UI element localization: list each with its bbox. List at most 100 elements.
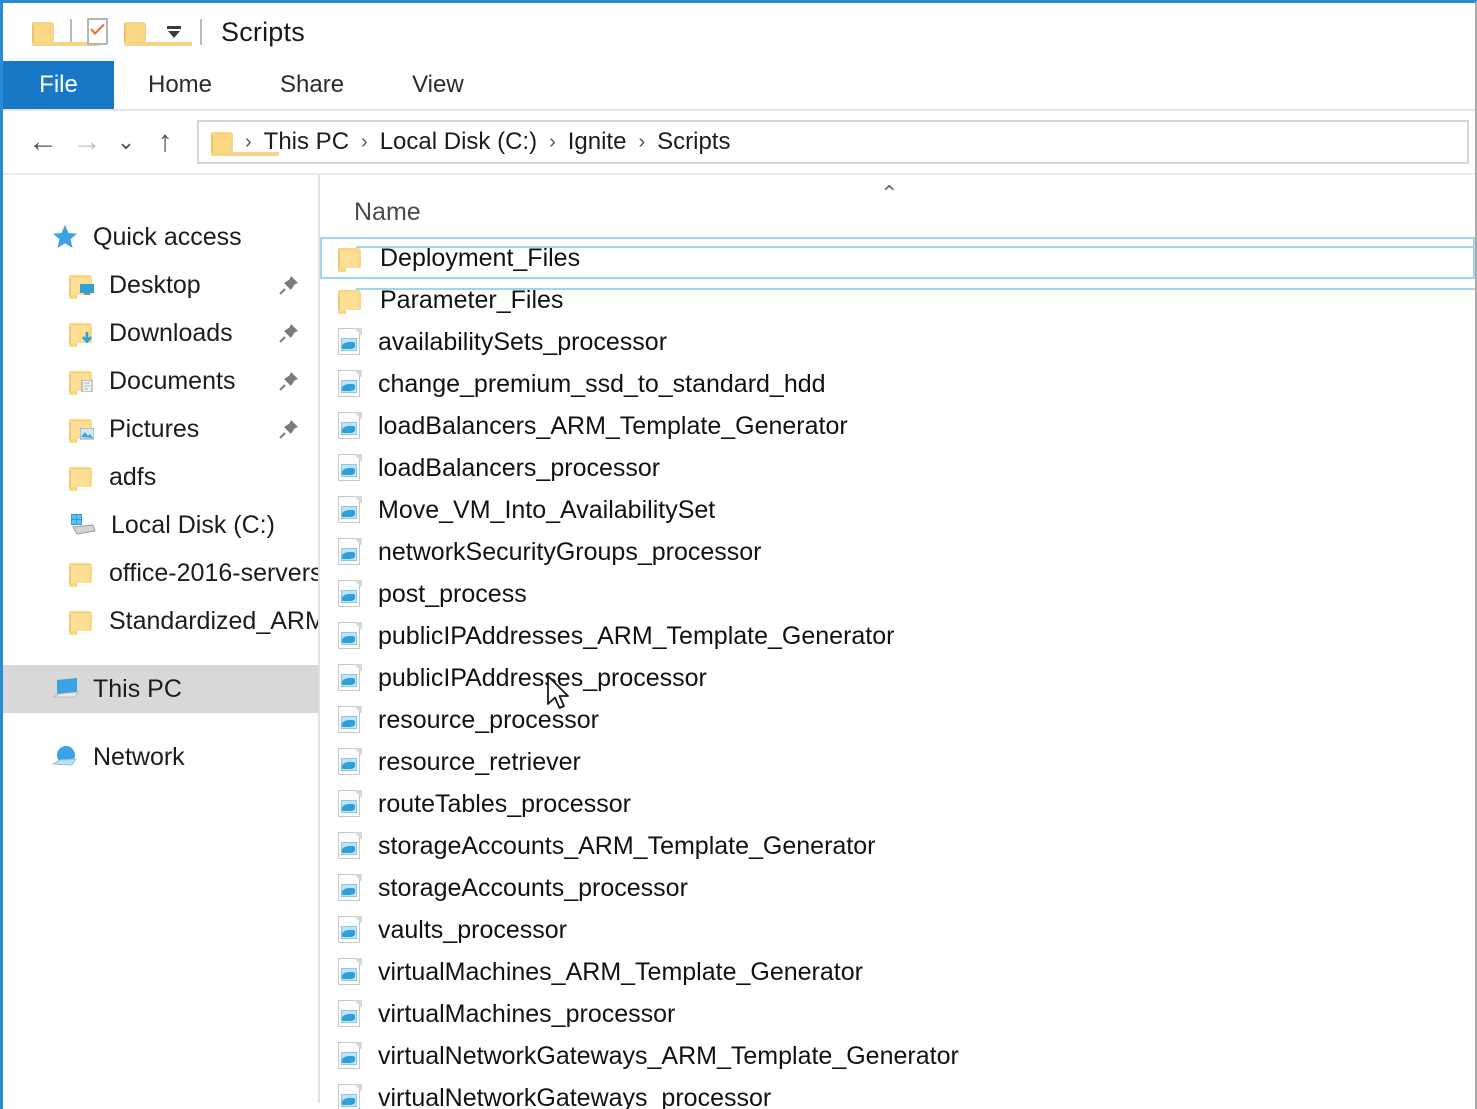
folder-icon — [211, 131, 235, 153]
address-bar: ← → ⌄ ↑ › This PC › Local Disk (C:) › Ig… — [3, 111, 1475, 175]
script-file-icon — [338, 580, 362, 608]
folder-icon — [338, 288, 364, 312]
pin-icon[interactable] — [278, 322, 300, 344]
selection-band-top — [356, 246, 1477, 248]
list-item[interactable]: routeTables_processor — [320, 783, 1475, 825]
file-list-pane: ⌃ Name Deployment_Files Parameter_Files — [320, 175, 1475, 1103]
file-name-label: loadBalancers_processor — [378, 454, 660, 483]
list-item[interactable]: resource_processor — [320, 699, 1475, 741]
list-item[interactable]: virtualNetworkGateways_processor — [320, 1077, 1475, 1109]
tab-home[interactable]: Home — [114, 61, 246, 109]
list-item[interactable]: loadBalancers_processor — [320, 447, 1475, 489]
file-name-label: vaults_processor — [378, 916, 567, 945]
folder-pictures-icon — [69, 417, 95, 441]
tab-share[interactable]: Share — [246, 61, 378, 109]
breadcrumb-local-disk[interactable]: Local Disk (C:) — [374, 128, 543, 156]
file-name-label: virtualNetworkGateways_ARM_Template_Gene… — [378, 1042, 959, 1071]
sidebar-item-desktop[interactable]: Desktop — [3, 261, 318, 309]
sidebar-item-adfs[interactable]: adfs — [3, 453, 318, 501]
sidebar-item-label: Downloads — [109, 319, 233, 348]
script-file-icon — [338, 1042, 362, 1070]
list-item[interactable]: publicIPAddresses_processor — [320, 657, 1475, 699]
script-file-icon — [338, 706, 362, 734]
toolbar-divider — [200, 19, 202, 45]
pin-icon[interactable] — [278, 370, 300, 392]
list-item[interactable]: publicIPAddresses_ARM_Template_Generator — [320, 615, 1475, 657]
script-file-icon — [338, 790, 362, 818]
sidebar-item-downloads[interactable]: Downloads — [3, 309, 318, 357]
chevron-down-icon — [165, 24, 183, 40]
list-item[interactable]: virtualNetworkGateways_ARM_Template_Gene… — [320, 1035, 1475, 1077]
sidebar-item-pictures[interactable]: Pictures — [3, 405, 318, 453]
this-pc-icon — [51, 677, 79, 701]
explorer-window-icon[interactable] — [25, 13, 63, 51]
file-name-label: resource_retriever — [378, 748, 581, 777]
tab-file[interactable]: File — [3, 61, 114, 109]
breadcrumb[interactable]: › This PC › Local Disk (C:) › Ignite › S… — [197, 120, 1469, 164]
sidebar-item-this-pc[interactable]: This PC — [3, 665, 318, 713]
script-file-icon — [338, 748, 362, 776]
up-button[interactable]: ↑ — [143, 120, 187, 164]
script-file-icon — [338, 832, 362, 860]
sort-ascending-icon[interactable]: ⌃ — [880, 181, 898, 207]
tab-view[interactable]: View — [378, 61, 498, 109]
file-name-label: routeTables_processor — [378, 790, 631, 819]
file-name-label: storageAccounts_ARM_Template_Generator — [378, 832, 876, 861]
sidebar-item-quick-access[interactable]: Quick access — [3, 213, 318, 261]
sidebar-item-standardized-arm[interactable]: Standardized_ARM_ — [3, 597, 318, 645]
script-file-icon — [338, 454, 362, 482]
script-file-icon — [338, 664, 362, 692]
file-name-label: publicIPAddresses_ARM_Template_Generator — [378, 622, 894, 651]
list-item[interactable]: resource_retriever — [320, 741, 1475, 783]
sidebar-item-label: Quick access — [93, 223, 242, 252]
sidebar-item-network[interactable]: Network — [3, 733, 318, 781]
disk-icon — [69, 513, 97, 537]
network-icon — [51, 744, 79, 770]
sidebar-item-label: This PC — [93, 675, 182, 704]
script-file-icon — [338, 916, 362, 944]
sidebar-spacer — [3, 713, 318, 733]
list-item[interactable]: virtualMachines_processor — [320, 993, 1475, 1035]
file-name-label: virtualMachines_ARM_Template_Generator — [378, 958, 863, 987]
breadcrumb-separator: › — [545, 131, 560, 154]
breadcrumb-separator: › — [357, 131, 372, 154]
sidebar-item-office-2016-servers[interactable]: office-2016-servers — [3, 549, 318, 597]
file-name-label: virtualMachines_processor — [378, 1000, 675, 1029]
column-header-row: ⌃ Name — [320, 175, 1475, 237]
list-item[interactable]: Move_VM_Into_AvailabilitySet — [320, 489, 1475, 531]
breadcrumb-scripts[interactable]: Scripts — [651, 128, 736, 156]
list-item[interactable]: loadBalancers_ARM_Template_Generator — [320, 405, 1475, 447]
list-item[interactable]: availabilitySets_processor — [320, 321, 1475, 363]
list-item[interactable]: Parameter_Files — [320, 279, 1475, 321]
list-item[interactable]: networkSecurityGroups_processor — [320, 531, 1475, 573]
back-button[interactable]: ← — [21, 120, 65, 164]
list-item[interactable]: post_process — [320, 573, 1475, 615]
recent-locations-button[interactable]: ⌄ — [109, 120, 143, 164]
pin-icon[interactable] — [278, 418, 300, 440]
sidebar-item-documents[interactable]: Documents — [3, 357, 318, 405]
list-item[interactable]: change_premium_ssd_to_standard_hdd — [320, 363, 1475, 405]
file-name-label: change_premium_ssd_to_standard_hdd — [378, 370, 826, 399]
list-item[interactable]: virtualMachines_ARM_Template_Generator — [320, 951, 1475, 993]
sidebar-item-label: Documents — [109, 367, 235, 396]
column-header-name[interactable]: Name — [354, 198, 421, 227]
script-file-icon — [338, 1000, 362, 1028]
sidebar-item-local-disk[interactable]: Local Disk (C:) — [3, 501, 318, 549]
list-item[interactable]: storageAccounts_processor — [320, 867, 1475, 909]
list-item[interactable]: storageAccounts_ARM_Template_Generator — [320, 825, 1475, 867]
sidebar-item-label: Desktop — [109, 271, 201, 300]
sidebar-item-label: Pictures — [109, 415, 199, 444]
breadcrumb-ignite[interactable]: Ignite — [562, 128, 633, 156]
folder-downloads-icon — [69, 321, 95, 345]
new-folder-icon[interactable] — [117, 13, 155, 51]
folder-desktop-icon — [69, 273, 95, 297]
forward-button[interactable]: → — [65, 120, 109, 164]
list-item[interactable]: vaults_processor — [320, 909, 1475, 951]
navigation-pane: Quick access Desktop Downloads — [3, 175, 320, 1103]
star-icon — [51, 224, 79, 250]
file-name-label: resource_processor — [378, 706, 599, 735]
file-explorer-window: Scripts File Home Share View ← → ⌄ ↑ › T… — [0, 0, 1477, 1109]
script-file-icon — [338, 958, 362, 986]
list-item[interactable]: Deployment_Files — [320, 237, 1475, 279]
pin-icon[interactable] — [278, 274, 300, 296]
